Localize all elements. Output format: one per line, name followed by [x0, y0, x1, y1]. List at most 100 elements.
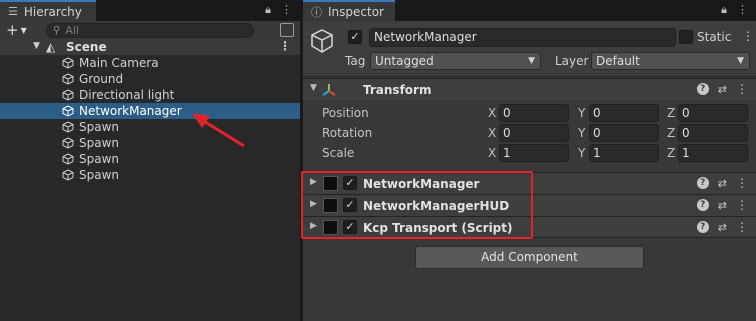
axis-x-label: X — [488, 146, 497, 160]
position-z-field[interactable]: 0 — [678, 104, 748, 122]
inspector-tabbar: ⓘ Inspector 🔒︎ ⋮ — [303, 0, 756, 21]
transform-header[interactable]: ▼ Transform ? ⇄ ⋮ — [303, 78, 756, 100]
tag-value: Untagged — [375, 54, 434, 68]
add-component-button[interactable]: Add Component — [415, 246, 644, 269]
static-dropdown-icon[interactable]: ⋮ — [742, 29, 754, 43]
component-menu-icon[interactable]: ⋮ — [736, 220, 748, 234]
gameobject-cube-icon — [62, 121, 74, 133]
layer-value: Default — [596, 54, 640, 68]
hierarchy-item[interactable]: Main Camera — [0, 55, 300, 71]
hierarchy-item[interactable]: Spawn — [0, 119, 300, 135]
hierarchy-item[interactable]: Directional light — [0, 87, 300, 103]
component-tools: ? ⇄ ⋮ — [696, 220, 748, 234]
annotation-arrow — [192, 113, 245, 148]
hierarchy-item-label: NetworkManager — [79, 104, 182, 118]
component-tools: ? ⇄ ⋮ — [696, 82, 748, 96]
hierarchy-item-selected[interactable]: NetworkManager — [0, 103, 300, 119]
list-icon: ☰ — [8, 5, 18, 18]
transform-axes-icon — [322, 84, 336, 96]
chevron-down-icon: ▼ — [528, 56, 535, 66]
chevron-down-icon: ▼ — [737, 56, 744, 66]
kebab-menu-icon[interactable]: ⋮ — [281, 3, 292, 17]
component-tools: ? ⇄ ⋮ — [696, 176, 748, 190]
chevron-down-icon: ▼ — [20, 25, 27, 35]
presets-icon[interactable]: ⇄ — [718, 199, 727, 212]
presets-icon[interactable]: ⇄ — [718, 177, 727, 190]
help-icon[interactable]: ? — [696, 221, 709, 233]
fold-arrow-icon[interactable]: ▼ — [310, 83, 317, 93]
gameobject-cube-icon — [62, 169, 74, 181]
rotation-x-field[interactable]: 0 — [499, 124, 569, 142]
static-label: Static — [697, 30, 732, 44]
hierarchy-item[interactable]: Spawn — [0, 135, 300, 151]
hierarchy-item-label: Spawn — [79, 120, 120, 134]
tag-label: Tag — [345, 54, 366, 68]
axis-y-label: Y — [578, 106, 586, 120]
tab-hierarchy-label: Hierarchy — [23, 4, 82, 19]
help-icon[interactable]: ? — [696, 83, 709, 95]
hierarchy-item[interactable]: Ground — [0, 71, 300, 87]
hierarchy-item-label: Spawn — [79, 168, 120, 182]
component-menu-icon[interactable]: ⋮ — [736, 176, 748, 190]
plus-icon: + — [6, 21, 19, 39]
hierarchy-item-label: Main Camera — [79, 56, 159, 70]
rotation-row: Rotation X 0 Y 0 Z 0 — [303, 123, 756, 143]
gameobject-cube-icon — [62, 57, 74, 69]
layer-label: Layer — [555, 54, 589, 68]
expand-arrow-icon[interactable]: ▼ — [33, 41, 40, 51]
scale-x-field[interactable]: 1 — [499, 144, 569, 162]
tag-dropdown[interactable]: Untagged ▼ — [370, 52, 541, 70]
hierarchy-item[interactable]: Spawn — [0, 151, 300, 167]
hierarchy-tab-tools: 🔒︎ ⋮ — [265, 3, 292, 17]
help-icon[interactable]: ? — [696, 177, 709, 189]
gameobject-cube-icon — [62, 105, 74, 117]
rotation-y-field[interactable]: 0 — [589, 124, 659, 142]
layer-dropdown[interactable]: Default ▼ — [591, 52, 750, 70]
gameobject-cube-icon — [62, 153, 74, 165]
hierarchy-item[interactable]: Spawn — [0, 167, 300, 183]
scene-name: Scene — [66, 40, 107, 54]
search-options-icon[interactable] — [280, 23, 294, 37]
gameobject-cube-icon — [62, 89, 74, 101]
search-input[interactable]: ⚲ All — [46, 23, 254, 38]
scale-y-field[interactable]: 1 — [589, 144, 659, 162]
create-button[interactable]: + ▼ — [6, 21, 27, 39]
axis-x-label: X — [488, 126, 497, 140]
tab-inspector[interactable]: ⓘ Inspector — [303, 0, 395, 21]
gameobject-cube-icon — [62, 73, 74, 85]
presets-icon[interactable]: ⇄ — [718, 83, 727, 96]
hierarchy-item-label: Spawn — [79, 152, 120, 166]
component-menu-icon[interactable]: ⋮ — [736, 82, 748, 96]
annotation-highlight-box — [301, 171, 533, 239]
hierarchy-item-label: Directional light — [79, 88, 175, 102]
hierarchy-tabbar: ☰ Hierarchy 🔒︎ ⋮ — [0, 0, 300, 21]
scene-row[interactable]: ▼ ◭ Scene ⋮ — [0, 39, 300, 55]
axis-z-label: Z — [667, 106, 676, 120]
lock-icon[interactable]: 🔒︎ — [721, 3, 727, 17]
position-x-field[interactable]: 0 — [499, 104, 569, 122]
rotation-z-field[interactable]: 0 — [678, 124, 748, 142]
tab-inspector-label: Inspector — [328, 4, 384, 19]
position-label: Position — [322, 106, 369, 120]
presets-icon[interactable]: ⇄ — [718, 221, 727, 234]
hierarchy-item-label: Spawn — [79, 136, 120, 150]
gameobject-header: ✓ NetworkManager Static ⋮ Tag Untagged ▼… — [303, 21, 756, 77]
active-checkbox[interactable]: ✓ — [348, 30, 362, 44]
position-y-field[interactable]: 0 — [589, 104, 659, 122]
hierarchy-toolbar: + ▼ ⚲ All — [0, 21, 300, 39]
inspector-tab-tools: 🔒︎ ⋮ — [721, 3, 748, 17]
kebab-menu-icon[interactable]: ⋮ — [737, 3, 748, 17]
component-menu-icon[interactable]: ⋮ — [736, 198, 748, 212]
help-icon[interactable]: ? — [696, 199, 709, 211]
position-row: Position X 0 Y 0 Z 0 — [303, 103, 756, 123]
lock-icon[interactable]: 🔒︎ — [265, 3, 271, 17]
static-checkbox[interactable] — [679, 30, 693, 44]
search-placeholder: All — [65, 24, 79, 37]
tab-hierarchy[interactable]: ☰ Hierarchy — [0, 0, 96, 21]
rotation-label: Rotation — [322, 126, 373, 140]
scene-kebab-icon[interactable]: ⋮ — [279, 39, 291, 53]
object-name-field[interactable]: NetworkManager — [369, 28, 676, 47]
scale-z-field[interactable]: 1 — [678, 144, 748, 162]
inspector-panel: ⓘ Inspector 🔒︎ ⋮ ✓ NetworkManager Static… — [303, 0, 756, 321]
info-icon: ⓘ — [311, 5, 322, 19]
